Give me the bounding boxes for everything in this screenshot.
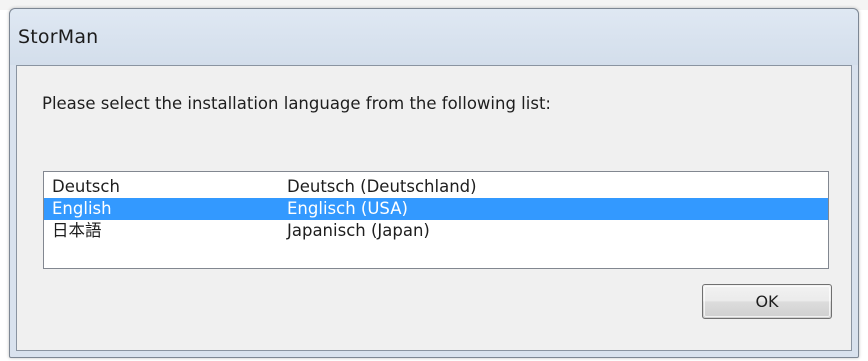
language-list[interactable]: Deutsch Deutsch (Deutschland) English En… — [43, 171, 829, 269]
language-name: Deutsch — [52, 177, 120, 196]
language-name: 日本語 — [52, 221, 102, 240]
window-title: StorMan — [18, 26, 99, 48]
language-list-item-english[interactable]: English Englisch (USA) — [44, 198, 828, 220]
instruction-label: Please select the installation language … — [42, 94, 551, 113]
language-list-item-japanese[interactable]: 日本語 Japanisch (Japan) — [44, 220, 828, 242]
language-name: English — [52, 199, 112, 218]
language-list-item-deutsch[interactable]: Deutsch Deutsch (Deutschland) — [44, 176, 828, 198]
dialog-client-area: Please select the installation language … — [16, 65, 852, 351]
language-locale: Deutsch (Deutschland) — [287, 177, 477, 196]
language-locale: Japanisch (Japan) — [287, 221, 430, 240]
ok-button[interactable]: OK — [702, 284, 832, 319]
ok-button-label: OK — [755, 292, 779, 311]
language-locale: Englisch (USA) — [287, 199, 408, 218]
title-bar[interactable]: StorMan — [10, 9, 858, 65]
language-dialog-window: StorMan Please select the installation l… — [9, 8, 859, 358]
